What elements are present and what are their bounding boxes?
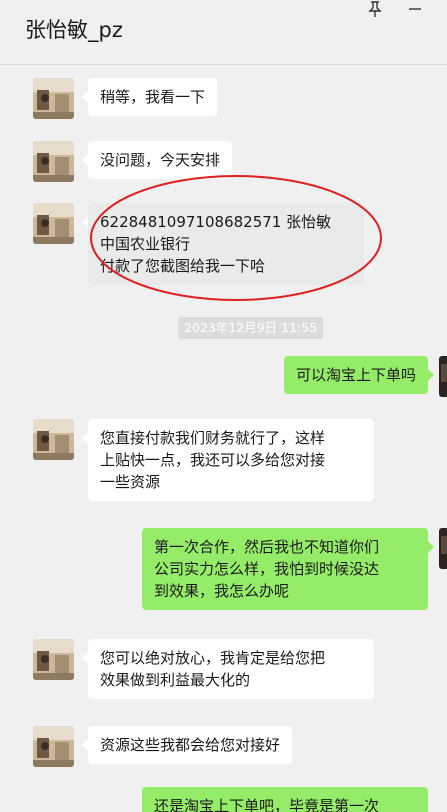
message-list[interactable]: 稍等，我看一下 没问题，今天安排 6228481097108682571 张怡敏… xyxy=(0,65,447,812)
pin-icon[interactable] xyxy=(366,0,384,18)
message-row: 可以淘宝上下单吗 xyxy=(0,356,447,398)
avatar-image xyxy=(33,419,74,460)
outgoing-bubble[interactable]: 还是淘宝上下单吧，毕竟是第一次 xyxy=(142,787,428,812)
avatar[interactable] xyxy=(33,141,74,182)
contact-name: 张怡敏_pz xyxy=(25,18,123,42)
avatar[interactable] xyxy=(439,528,447,569)
avatar[interactable] xyxy=(33,203,74,244)
message-row: 第一次合作，然后我也不知道你们 公司实力怎么样，我怕到时候没达 到效果，我怎么办… xyxy=(0,528,447,623)
outgoing-bubble[interactable]: 可以淘宝上下单吗 xyxy=(283,356,435,394)
message-row: 您可以绝对放心，我肯定是给您把 效果做到利益最大化的 xyxy=(0,638,447,708)
message-row: 您直接付款我们财务就行了，这样 上贴快一点，我还可以多给您对接 一些资源 xyxy=(0,417,447,512)
avatar[interactable] xyxy=(33,419,74,460)
avatar-image xyxy=(33,639,74,680)
timestamp: 2023年12月9日 11:55 xyxy=(178,317,324,339)
avatar[interactable] xyxy=(33,78,74,119)
outgoing-bubble[interactable]: 第一次合作，然后我也不知道你们 公司实力怎么样，我怕到时候没达 到效果，我怎么办… xyxy=(142,528,434,610)
avatar-image xyxy=(33,203,74,244)
avatar-image xyxy=(33,78,74,119)
avatar-image xyxy=(33,726,74,767)
incoming-bubble[interactable]: 6228481097108682571 张怡敏 中国农业银行 付款了您截图给我一… xyxy=(82,203,364,285)
minimize-icon[interactable] xyxy=(406,0,424,18)
message-row: 稍等，我看一下 xyxy=(0,77,447,127)
avatar-image xyxy=(439,528,447,569)
incoming-bubble[interactable]: 稍等，我看一下 xyxy=(81,78,218,116)
message-row: 还是淘宝上下单吧，毕竟是第一次 xyxy=(0,787,447,812)
message-row: 资源这些我都会给您对接好 xyxy=(0,725,447,775)
avatar[interactable] xyxy=(33,639,74,680)
avatar-image xyxy=(33,141,74,182)
message-row: 没问题，今天安排 xyxy=(0,140,447,190)
chat-header: 张怡敏_pz xyxy=(0,0,447,65)
incoming-bubble[interactable]: 资源这些我都会给您对接好 xyxy=(81,726,293,764)
avatar-image xyxy=(439,356,447,397)
incoming-bubble[interactable]: 没问题，今天安排 xyxy=(81,141,233,179)
incoming-bubble[interactable]: 您直接付款我们财务就行了，这样 上贴快一点，我还可以多给您对接 一些资源 xyxy=(82,419,374,501)
avatar[interactable] xyxy=(439,356,447,397)
avatar[interactable] xyxy=(33,726,74,767)
incoming-bubble[interactable]: 您可以绝对放心，我肯定是给您把 效果做到利益最大化的 xyxy=(82,639,374,699)
message-row: 6228481097108682571 张怡敏 中国农业银行 付款了您截图给我一… xyxy=(0,202,447,297)
